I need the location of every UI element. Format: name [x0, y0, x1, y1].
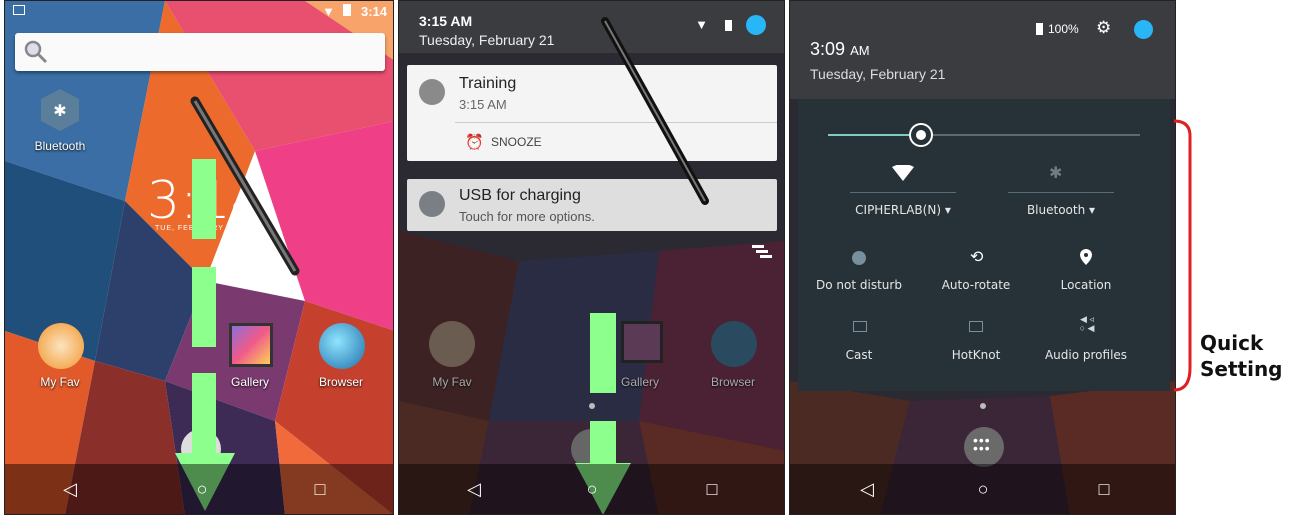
recents-button[interactable]: □: [303, 472, 337, 506]
location-icon: [1080, 249, 1092, 265]
tile-label-bluetooth[interactable]: Bluetooth ▾: [1001, 203, 1121, 217]
recents-button[interactable]: □: [695, 472, 729, 506]
battery-percent: 100%: [1048, 22, 1079, 36]
back-button[interactable]: ◁: [457, 472, 491, 506]
annotation-line2: Setting: [1200, 357, 1283, 381]
brightness-slider-thumb[interactable]: [911, 125, 931, 145]
grid-dots-icon: ••• •••: [973, 432, 991, 456]
navigation-bar: ◁ ○ □: [399, 464, 784, 514]
battery-icon: [1036, 23, 1043, 35]
app-drawer-button[interactable]: ••• •••: [964, 427, 1004, 467]
swipe-arrow-segment: [192, 373, 216, 455]
divider: [1008, 192, 1114, 193]
hotknot-icon: [969, 321, 983, 332]
navigation-bar: ◁ ○ □: [790, 464, 1175, 514]
swipe-arrow-segment: [192, 267, 216, 347]
tile-label-do-not-disturb: Do not disturb: [816, 278, 902, 292]
phone-notification-shade: 3:15 AM Tuesday, February 21 ▼ Training …: [398, 0, 785, 515]
swipe-arrow-segment: [590, 421, 616, 465]
quick-settings-panel: CIPHERLAB(N) ▾ ✱ Bluetooth ▾ Do not dist…: [798, 99, 1170, 391]
navigation-bar: ◁ ○ □: [5, 464, 393, 514]
bluetooth-icon: ✱: [1049, 165, 1063, 182]
gear-icon[interactable]: ⚙: [1096, 18, 1111, 38]
swipe-arrow-segment: [192, 159, 216, 239]
audio-profiles-icon: ◀ ◃ ○ ◀: [1079, 314, 1095, 333]
home-button[interactable]: ○: [575, 472, 609, 506]
tile-label-location: Location: [1060, 278, 1112, 292]
user-avatar-icon[interactable]: [1134, 20, 1153, 39]
recents-button[interactable]: □: [1087, 472, 1121, 506]
home-button[interactable]: ○: [966, 472, 1000, 506]
qs-time: 3:09: [810, 39, 846, 59]
phone-quick-settings: 100% ⚙ 3:09 AM Tuesday, February 21 CIPH…: [789, 0, 1176, 515]
brightness-fill: [828, 134, 921, 136]
quick-setting-bracket: [1173, 119, 1192, 392]
back-button[interactable]: ◁: [53, 472, 87, 506]
tile-label-wifi[interactable]: CIPHERLAB(N) ▾: [843, 203, 963, 217]
quick-settings-header: 100% ⚙ 3:09 AM Tuesday, February 21: [790, 1, 1175, 99]
tile-label-auto-rotate: Auto-rotate: [941, 278, 1011, 292]
do-not-disturb-icon: [852, 251, 866, 265]
cast-icon: [853, 321, 867, 332]
page-indicator: [980, 403, 986, 409]
qs-ampm: AM: [850, 43, 870, 58]
tile-label-hotknot: HotKnot: [951, 348, 1001, 362]
phone-home-screen: ▼ 3:14 ✱ Bluetooth 3:14 AM TUE, FEBRUARY…: [4, 0, 394, 515]
divider: [850, 192, 956, 193]
qs-date: Tuesday, February 21: [810, 66, 946, 82]
qs-clock: 3:09 AM: [810, 39, 870, 60]
annotation-line1: Quick: [1200, 331, 1264, 355]
back-button[interactable]: ◁: [850, 472, 884, 506]
quick-setting-annotation: Quick Setting: [1200, 330, 1283, 382]
wifi-icon: [892, 165, 914, 181]
home-button[interactable]: ○: [185, 472, 219, 506]
tile-label-cast: Cast: [845, 348, 873, 362]
tile-label-audio-profiles: Audio profiles: [1044, 348, 1128, 362]
auto-rotate-icon: ⟲: [970, 249, 984, 266]
swipe-arrow-segment: [590, 313, 616, 393]
